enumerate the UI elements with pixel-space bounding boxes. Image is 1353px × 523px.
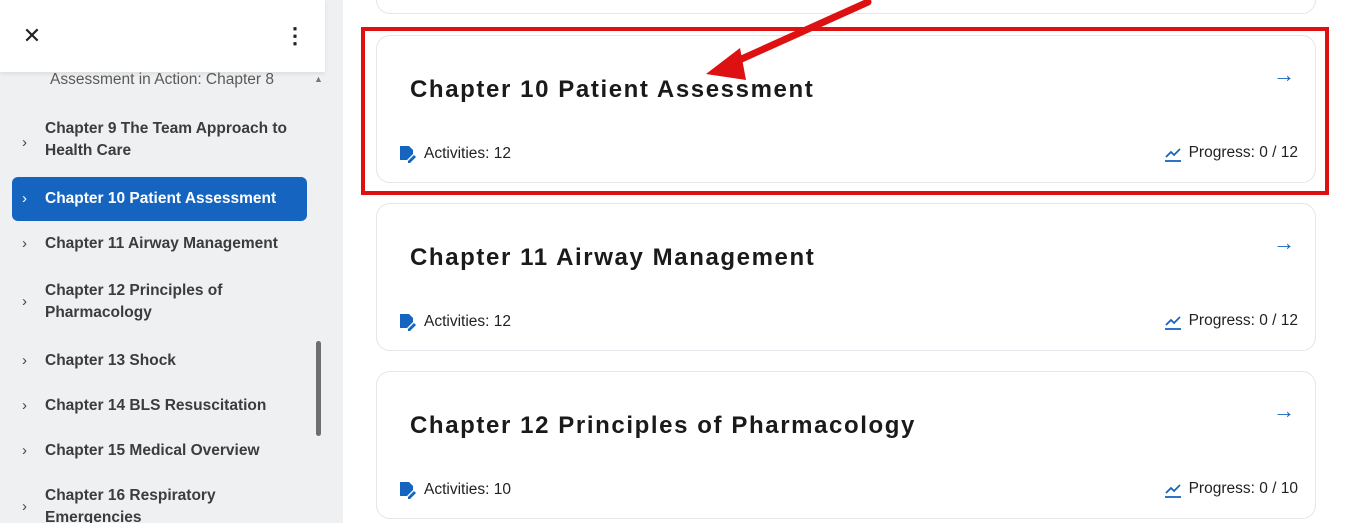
annotation-arrow: [706, 0, 872, 80]
sidebar-header: ✕ ⋮: [0, 0, 325, 72]
more-vertical-icon[interactable]: ⋮: [284, 22, 306, 50]
close-icon[interactable]: ✕: [22, 22, 42, 50]
